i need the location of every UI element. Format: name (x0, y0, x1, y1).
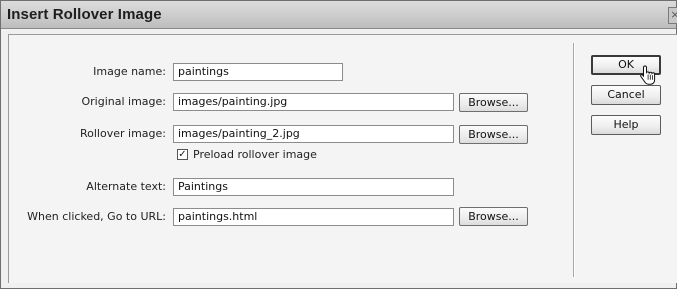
button-area-divider (573, 43, 574, 277)
hand-pointer-icon (640, 65, 656, 85)
image-name-input[interactable]: paintings (173, 63, 343, 81)
preload-rollover-checkbox[interactable]: ✓ (177, 149, 188, 160)
original-image-label: Original image: (81, 95, 166, 108)
image-name-label: Image name: (93, 65, 166, 78)
original-image-input[interactable]: images/painting.jpg (173, 93, 454, 111)
dialog-body: Image name: paintings Original image: im… (8, 34, 677, 283)
alternate-text-label: Alternate text: (86, 180, 166, 193)
rollover-image-input[interactable]: images/painting_2.jpg (173, 125, 454, 143)
rollover-image-browse-button[interactable]: Browse... (459, 125, 528, 144)
rollover-image-label: Rollover image: (80, 127, 166, 140)
insert-rollover-image-dialog: Insert Rollover Image × Image name: pain… (0, 0, 677, 289)
goto-url-browse-button[interactable]: Browse... (459, 207, 528, 226)
original-image-browse-button[interactable]: Browse... (459, 93, 528, 112)
help-button[interactable]: Help (591, 115, 661, 135)
dialog-title: Insert Rollover Image (7, 6, 162, 23)
dialog-title-bar[interactable]: Insert Rollover Image × (1, 1, 677, 29)
alternate-text-input[interactable]: Paintings (173, 178, 454, 196)
preload-rollover-label[interactable]: Preload rollover image (193, 148, 317, 161)
goto-url-label: When clicked, Go to URL: (27, 210, 166, 223)
close-icon[interactable]: × (668, 7, 677, 24)
goto-url-input[interactable]: paintings.html (173, 208, 454, 226)
